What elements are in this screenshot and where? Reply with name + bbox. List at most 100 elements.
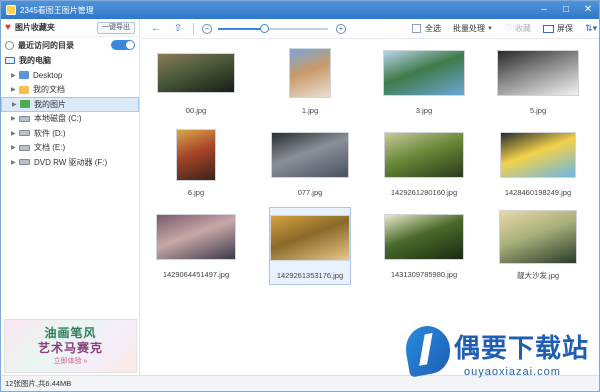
- thumbnail-image[interactable]: [497, 50, 579, 96]
- heart-icon: ♥: [5, 21, 11, 33]
- image-thumbnail[interactable]: 1429064451497.jpg: [155, 207, 237, 285]
- image-thumbnail[interactable]: 5.jpg: [497, 43, 579, 121]
- tree-item-drive-f[interactable]: ▶ DVD RW 驱动器 (F:): [1, 155, 139, 170]
- tree-item-drive-d[interactable]: ▶ 软件 (D:): [1, 126, 139, 141]
- zoom-slider[interactable]: [218, 23, 328, 33]
- image-thumbnail[interactable]: 6.jpg: [155, 125, 237, 203]
- watermark-url: ouyaoxiazai.com: [464, 366, 561, 378]
- select-all-checkbox[interactable]: [412, 24, 421, 33]
- thumbnail-grid: 00.jpg 1.jpg 3.jpg 5.jpg 6.jpg 077.jpg 1429261…: [141, 39, 599, 375]
- image-thumbnail[interactable]: 1429261353176.jpg: [269, 207, 351, 285]
- up-folder-icon[interactable]: ⇧: [171, 22, 185, 36]
- select-all-label[interactable]: 全选: [425, 23, 441, 34]
- thumbnail-frame: [271, 125, 349, 185]
- expand-arrow-icon[interactable]: ▶: [11, 115, 17, 122]
- ad-banner[interactable]: 油画笔风 艺术马赛克 立即体验 »: [4, 319, 137, 373]
- heart-outline-icon: ♡: [504, 23, 514, 33]
- thumbnail-image[interactable]: [500, 132, 576, 178]
- app-logo-icon: [6, 5, 16, 15]
- image-thumbnail[interactable]: 077.jpg: [269, 125, 351, 203]
- thumbnail-frame: [384, 125, 464, 185]
- thumbnail-filename: 1431309785980.jpg: [390, 270, 458, 279]
- thumbnail-image[interactable]: [289, 48, 331, 98]
- recent-toggle[interactable]: [111, 40, 135, 50]
- my-computer-row[interactable]: 我的电脑: [1, 53, 139, 68]
- thumbnail-frame: [289, 43, 331, 103]
- thumbnail-image[interactable]: [383, 50, 465, 96]
- thumbnail-filename: 1429261280160.jpg: [390, 188, 458, 197]
- site-watermark: 偶要下载站 ouyaoxiazai.com: [402, 322, 596, 390]
- tree-item-desktop[interactable]: ▶ Desktop: [1, 68, 139, 83]
- minimize-icon[interactable]: –: [533, 1, 555, 19]
- image-thumbnail[interactable]: 1429261280160.jpg: [383, 125, 465, 203]
- thumbnail-frame: [270, 208, 350, 268]
- zoom-slider-handle[interactable]: [260, 23, 270, 33]
- close-icon[interactable]: ✕: [577, 1, 599, 19]
- maximize-icon[interactable]: □: [555, 1, 577, 19]
- thumbnail-frame: [157, 43, 235, 103]
- screensaver-button[interactable]: 屏保: [543, 23, 573, 34]
- image-thumbnail[interactable]: 1431309785980.jpg: [383, 207, 465, 285]
- tree-item-label: 我的图片: [34, 99, 66, 109]
- my-computer-label: 我的电脑: [19, 56, 51, 65]
- folder-icon: [19, 85, 29, 94]
- expand-arrow-icon[interactable]: ▶: [11, 130, 17, 137]
- tree-item-label: Desktop: [33, 70, 63, 80]
- image-thumbnail[interactable]: 1428460198249.jpg: [497, 125, 579, 203]
- tree-item-drive-c[interactable]: ▶ 本地磁盘 (C:): [1, 112, 139, 127]
- thumbnail-filename: 1428460198249.jpg: [504, 188, 572, 197]
- expand-arrow-icon[interactable]: ▶: [12, 101, 18, 108]
- ad-try-button[interactable]: 立即体验 »: [54, 357, 88, 366]
- thumbnail-filename: 1429261353176.jpg: [276, 271, 344, 280]
- batch-process-dropdown[interactable]: 批量处理 ▼: [453, 23, 493, 34]
- clock-icon: [5, 40, 14, 50]
- sort-icon[interactable]: ⇅▾: [585, 23, 597, 34]
- thumbnail-filename: 1.jpg: [301, 106, 319, 115]
- thumbnail-image[interactable]: [384, 132, 464, 178]
- toolbar-divider: [193, 22, 194, 35]
- expand-arrow-icon[interactable]: ▶: [11, 72, 17, 79]
- thumbnail-image[interactable]: [156, 214, 236, 260]
- image-thumbnail[interactable]: 靓大沙发.jpg: [497, 207, 579, 285]
- ad-subheadline: 艺术马赛克: [37, 341, 103, 355]
- recent-folders-label: 最近访问的目录: [18, 40, 74, 50]
- image-thumbnail[interactable]: 3.jpg: [383, 43, 465, 121]
- app-window: 2345看图王图片管理 – □ ✕ ♥ 图片收藏夹 一键导出 最近访问的目录 我…: [0, 0, 600, 392]
- drive-icon: [19, 115, 30, 122]
- tree-item-my-documents[interactable]: ▶ 我的文档: [1, 83, 139, 98]
- thumbnail-image[interactable]: [176, 129, 216, 181]
- tree-item-drive-e[interactable]: ▶ 文档 (E:): [1, 141, 139, 156]
- favorites-header: ♥ 图片收藏夹 一键导出: [1, 19, 139, 37]
- thumbnail-filename: 1429064451497.jpg: [162, 270, 230, 279]
- recent-folders-row[interactable]: 最近访问的目录: [1, 37, 139, 53]
- thumbnail-frame: [176, 125, 216, 185]
- zoom-out-icon[interactable]: −: [202, 23, 212, 34]
- thumbnail-image[interactable]: [270, 215, 350, 261]
- tree-item-my-pictures[interactable]: ▶ 我的图片: [1, 97, 139, 112]
- expand-arrow-icon[interactable]: ▶: [11, 144, 17, 151]
- thumbnail-frame: [500, 125, 576, 185]
- watermark-title: 偶要下载站: [454, 334, 590, 364]
- image-thumbnail[interactable]: 00.jpg: [155, 43, 237, 121]
- thumbnail-image[interactable]: [157, 53, 235, 93]
- thumbnail-image[interactable]: [499, 210, 577, 264]
- dvd-drive-icon: [19, 159, 30, 166]
- thumbnail-image[interactable]: [384, 214, 464, 260]
- thumbnail-filename: 靓大沙发.jpg: [516, 271, 560, 280]
- zoom-in-icon[interactable]: +: [336, 23, 346, 34]
- tree-item-label: DVD RW 驱动器 (F:): [34, 157, 108, 167]
- favorite-button[interactable]: ♡ 收藏: [505, 23, 531, 34]
- image-thumbnail[interactable]: 1.jpg: [269, 43, 351, 121]
- export-button[interactable]: 一键导出: [97, 21, 135, 34]
- thumbnail-image[interactable]: [271, 132, 349, 178]
- title-bar: 2345看图王图片管理 – □ ✕: [1, 1, 599, 19]
- monitor-icon: [543, 24, 555, 33]
- thumbnail-filename: 6.jpg: [187, 188, 205, 197]
- drive-icon: [19, 130, 30, 137]
- expand-arrow-icon[interactable]: ▶: [11, 159, 17, 166]
- favorite-label: 收藏: [515, 24, 532, 33]
- expand-arrow-icon[interactable]: ▶: [11, 86, 17, 93]
- back-arrow-icon[interactable]: ←: [149, 22, 163, 36]
- drive-icon: [19, 144, 30, 151]
- pictures-folder-icon: [20, 100, 30, 109]
